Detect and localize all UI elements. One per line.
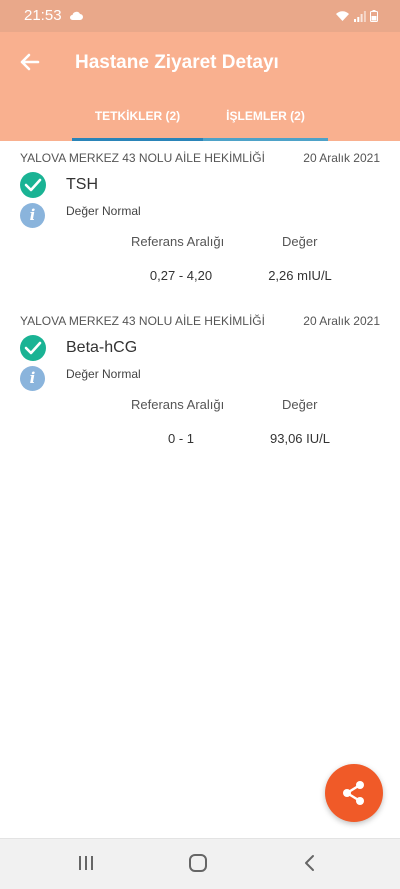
system-icons (335, 10, 378, 22)
signal-icon (354, 11, 366, 22)
value-label: Değer (282, 234, 318, 249)
battery-icon (370, 10, 378, 22)
result-status: Değer Normal (66, 367, 141, 381)
test-name: Beta-hCG (66, 339, 138, 356)
chevron-left-icon (305, 855, 314, 871)
share-button[interactable] (325, 764, 383, 822)
arrow-left-icon (20, 53, 40, 71)
back-button[interactable] (16, 48, 44, 76)
wifi-icon (336, 11, 349, 21)
tab-label: İŞLEMLER (2) (226, 109, 305, 123)
result-value: 93,06 IU/L (270, 431, 330, 446)
home-icon (189, 854, 207, 872)
hospital-name: YALOVA MERKEZ 43 NOLU AİLE HEKİMLİĞİ (20, 314, 265, 328)
reference-range-value: 0,27 - 4,20 (149, 268, 213, 283)
tab-label: TETKİKLER (2) (94, 109, 181, 123)
test-name: TSH (66, 176, 98, 193)
recent-apps-icon (79, 856, 93, 870)
test-card[interactable]: YALOVA MERKEZ 43 NOLU AİLE HEKİMLİĞİ 20 … (0, 304, 400, 464)
value-label: Değer (282, 397, 318, 412)
navigation-bar (0, 838, 400, 889)
reference-range-label: Referans Aralığı (131, 397, 225, 412)
tab-tetkikler[interactable]: TETKİKLER (2) (72, 98, 203, 141)
visit-date: 20 Aralık 2021 (303, 314, 380, 328)
tab-islemler[interactable]: İŞLEMLER (2) (203, 98, 328, 141)
status-time: 21:53 (24, 7, 62, 24)
visit-date: 20 Aralık 2021 (303, 151, 380, 165)
info-icon: i (20, 203, 45, 228)
status-bar: 21:53 (0, 0, 400, 32)
tab-bar: TETKİKLER (2) İŞLEMLER (2) (72, 98, 328, 141)
reference-range-value: 0 - 1 (167, 431, 194, 446)
recent-apps-button[interactable] (76, 852, 96, 879)
info-icon: i (20, 366, 45, 391)
check-circle-icon (20, 172, 46, 198)
share-icon (343, 781, 364, 805)
reference-range-label: Referans Aralığı (131, 234, 225, 249)
app-bar: Hastane Ziyaret Detayı TETKİKLER (2) İŞL… (0, 32, 400, 141)
result-status: Değer Normal (66, 204, 141, 218)
back-nav-button[interactable] (300, 852, 320, 879)
cloud-icon (69, 8, 83, 26)
hospital-name: YALOVA MERKEZ 43 NOLU AİLE HEKİMLİĞİ (20, 151, 265, 165)
home-button[interactable] (187, 852, 209, 879)
check-circle-icon (20, 335, 46, 361)
page-title: Hastane Ziyaret Detayı (75, 52, 279, 73)
test-card[interactable]: YALOVA MERKEZ 43 NOLU AİLE HEKİMLİĞİ 20 … (0, 141, 400, 301)
result-value: 2,26 mIU/L (268, 268, 332, 283)
